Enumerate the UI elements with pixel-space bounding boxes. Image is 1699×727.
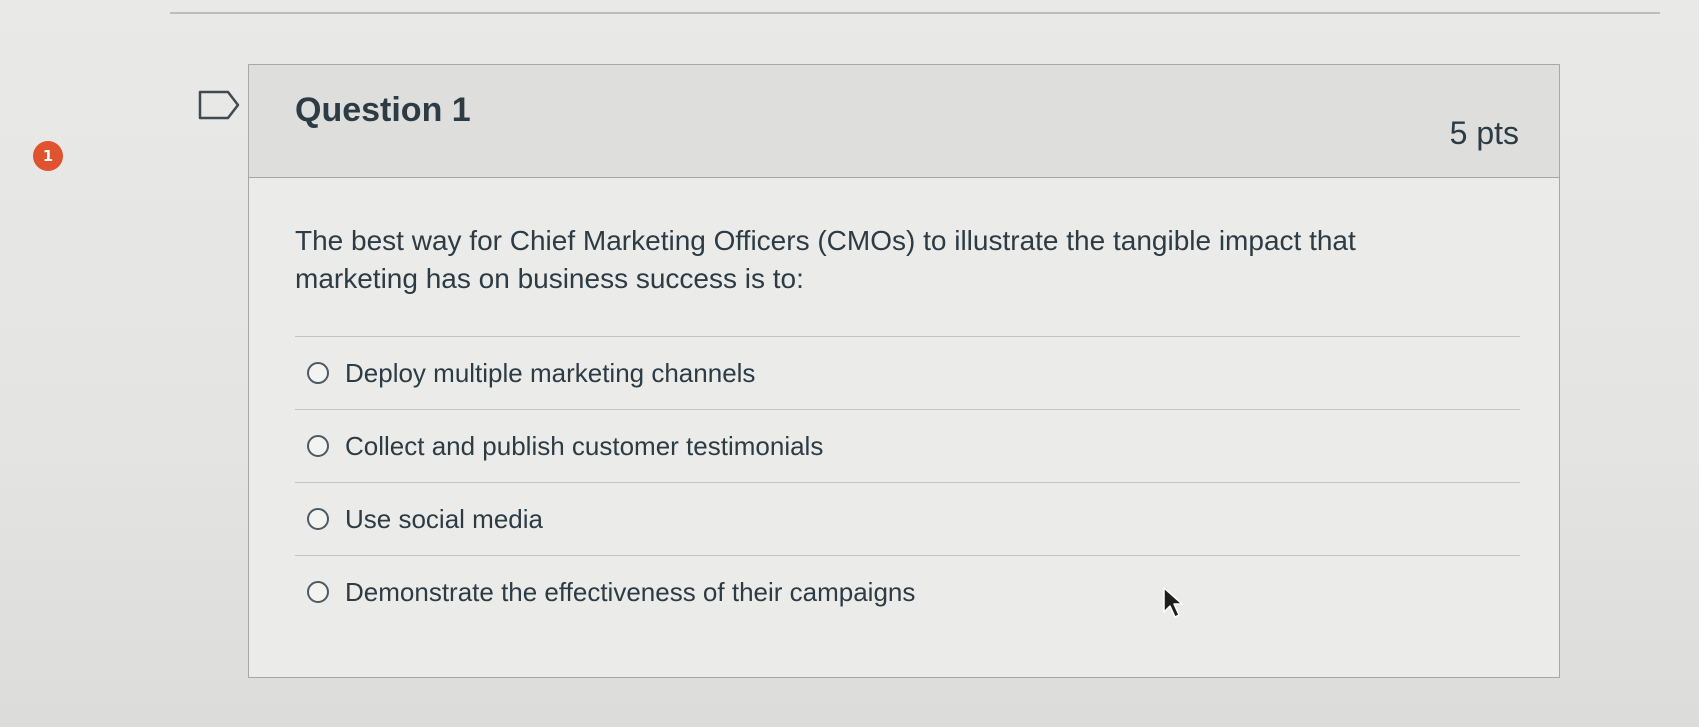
radio-button[interactable] (307, 508, 329, 530)
radio-button[interactable] (307, 362, 329, 384)
top-divider (170, 12, 1660, 14)
unanswered-badge: 1 (33, 141, 63, 171)
answer-option[interactable]: Collect and publish customer testimonial… (295, 410, 1520, 483)
radio-button[interactable] (307, 581, 329, 603)
answer-label[interactable]: Deploy multiple marketing channels (345, 358, 755, 389)
answer-label[interactable]: Collect and publish customer testimonial… (345, 431, 823, 462)
answer-label[interactable]: Demonstrate the effectiveness of their c… (345, 577, 915, 608)
flag-question-icon[interactable] (198, 90, 240, 120)
answer-option[interactable]: Demonstrate the effectiveness of their c… (295, 556, 1520, 628)
question-body: The best way for Chief Marketing Officer… (249, 222, 1559, 628)
question-text: The best way for Chief Marketing Officer… (295, 225, 1356, 294)
question-title: Question 1 (295, 91, 471, 129)
question-points: 5 pts (1449, 115, 1519, 151)
mouse-pointer-icon (1163, 587, 1183, 618)
answer-list: Deploy multiple marketing channels Colle… (295, 336, 1520, 628)
answer-label[interactable]: Use social media (345, 504, 543, 535)
question-card: Question 1 5 pts The best way for Chief … (248, 64, 1560, 678)
answer-option[interactable]: Use social media (295, 483, 1520, 556)
question-header: Question 1 5 pts (249, 65, 1559, 178)
radio-button[interactable] (307, 435, 329, 457)
answer-option[interactable]: Deploy multiple marketing channels (295, 337, 1520, 410)
